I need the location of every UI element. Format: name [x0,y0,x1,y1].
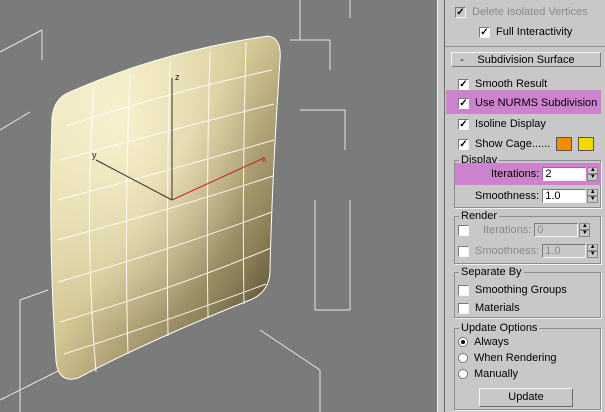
render-smoothness-label: Smoothness: [475,245,540,257]
when-rendering-label: When Rendering [474,352,557,364]
use-nurms-checkbox[interactable]: ✓ [458,97,469,109]
full-interactivity-label: Full Interactivity [496,26,573,38]
manually-label: Manually [474,368,519,380]
materials-row: Materials [458,299,520,317]
delete-isolated-checkbox[interactable]: ✓ [455,6,466,18]
smoothing-groups-row: Smoothing Groups [458,281,567,299]
spinner-up-icon[interactable]: ▲ [587,244,599,251]
when-rendering-radio[interactable] [458,353,468,363]
use-nurms-label: Use NURMS Subdivision [475,97,598,109]
display-smoothness-row: Smoothness: 1.0 ▲ ▼ [475,187,599,205]
delete-isolated-label: Delete Isolated Vertices [472,6,588,18]
isoline-display-checkbox[interactable]: ✓ [458,118,469,130]
rollout-title: Subdivision Surface [477,53,575,66]
display-iterations-label: Iterations: [491,168,540,180]
show-cage-checkbox[interactable]: ✓ [458,138,469,150]
render-smoothness-row: Smoothness: 1.0 ▲ ▼ [458,242,599,260]
spinner-up-icon[interactable]: ▲ [579,223,591,230]
isoline-display-row: ✓ Isoline Display [458,115,546,133]
command-panel: ✓ Delete Isolated Vertices ✓ Full Intera… [445,0,605,412]
show-cage-row: ✓ Show Cage...... [458,135,595,153]
display-iterations-value[interactable]: 2 [542,167,587,181]
display-iterations-row: Iterations: 2 ▲ ▼ [491,165,599,183]
spinner-up-icon[interactable]: ▲ [587,167,599,174]
smooth-result-label: Smooth Result [475,78,548,90]
render-iterations-spinner[interactable]: 0 ▲ ▼ [534,223,591,237]
viewport-canvas[interactable]: z y x [0,0,437,412]
full-interactivity-row: ✓ Full Interactivity [479,23,572,41]
cage-selection-color-swatch[interactable] [578,137,595,151]
perspective-viewport[interactable]: z y x [0,0,437,412]
materials-label: Materials [475,302,520,314]
separate-by-group-title: Separate By [459,265,524,279]
render-smoothness-spinner[interactable]: 1.0 ▲ ▼ [542,244,599,258]
smoothing-groups-checkbox[interactable] [458,284,469,296]
spinner-down-icon[interactable]: ▼ [587,196,599,203]
cage-color-swatch[interactable] [556,137,573,151]
render-iterations-checkbox[interactable] [458,224,469,236]
axis-x-label: x [262,154,267,164]
spinner-up-icon[interactable]: ▲ [587,189,599,196]
update-button[interactable]: Update [479,388,573,407]
display-smoothness-spinner[interactable]: 1.0 ▲ ▼ [542,189,599,203]
smooth-result-checkbox[interactable]: ✓ [458,78,469,90]
subdivision-surface-rollout-header[interactable]: - Subdivision Surface [451,52,601,67]
spinner-down-icon[interactable]: ▼ [587,174,599,181]
display-iterations-spinner[interactable]: 2 ▲ ▼ [542,167,599,181]
render-iterations-row: Iterations: 0 ▲ ▼ [458,221,591,239]
smoothing-groups-label: Smoothing Groups [475,284,567,296]
full-interactivity-checkbox[interactable]: ✓ [479,26,490,38]
viewport-panel-divider[interactable] [437,0,445,412]
display-smoothness-value[interactable]: 1.0 [542,189,587,203]
spinner-down-icon[interactable]: ▼ [587,251,599,258]
manually-radio[interactable] [458,369,468,379]
render-iterations-label: Iterations: [483,224,532,236]
axis-z-label: z [175,72,180,82]
render-smoothness-checkbox[interactable] [458,245,469,257]
display-smoothness-label: Smoothness: [475,190,540,202]
rollout-collapse-toggle[interactable]: - [452,54,472,66]
render-smoothness-value[interactable]: 1.0 [542,244,587,258]
isoline-display-label: Isoline Display [475,118,546,130]
use-nurms-row: ✓ Use NURMS Subdivision [458,94,597,112]
render-iterations-value[interactable]: 0 [534,223,579,237]
delete-isolated-vertices-row: ✓ Delete Isolated Vertices [455,3,588,21]
always-radio[interactable] [458,337,468,347]
axis-y-label: y [92,150,97,160]
materials-checkbox[interactable] [458,302,469,314]
spinner-down-icon[interactable]: ▼ [579,230,591,237]
always-label: Always [474,336,509,348]
manually-radio-row: Manually [458,365,518,383]
show-cage-label: Show Cage...... [475,138,551,150]
